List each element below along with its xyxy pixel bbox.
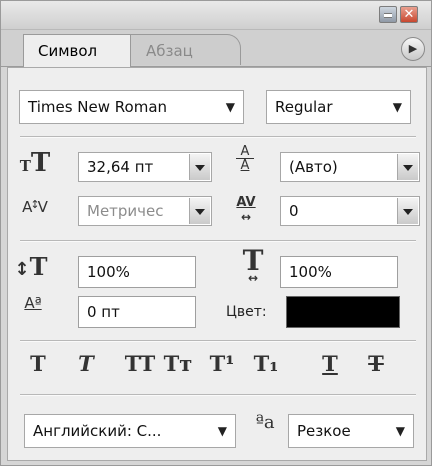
panel-titlebar[interactable]: ✕ [1, 1, 431, 30]
tracking-icon: AV ↔ [232, 195, 260, 225]
vertical-scale-icon: ↕T [14, 252, 48, 281]
underline-button[interactable]: T [312, 351, 348, 376]
leading-value: (Авто) [289, 158, 338, 176]
chevron-down-icon[interactable] [397, 154, 418, 180]
antialias-icon: ªa [248, 412, 282, 433]
close-icon[interactable]: ✕ [400, 6, 418, 23]
language-select[interactable]: Английский: С... ▼ [24, 414, 236, 448]
small-caps-button[interactable]: Tт [160, 351, 196, 376]
chevron-down-icon: ▼ [225, 100, 235, 114]
font-size-icon: TT [19, 148, 51, 178]
divider [20, 340, 416, 342]
subscript-button[interactable]: T₁ [248, 351, 284, 376]
antialias-value: Резкое [297, 422, 351, 440]
underline-glyph: T [322, 351, 338, 376]
horizontal-scale-icon: T ↔ [242, 244, 264, 285]
horizontal-scale-input[interactable]: 100% [280, 256, 398, 288]
baseline-shift-icon: Aª [18, 294, 48, 312]
subscript-glyph: T₁ [253, 351, 279, 376]
tab-strip: Абзац Символ ▶ [1, 30, 431, 67]
divider [20, 136, 416, 138]
small-caps-glyph: Tт [163, 351, 193, 376]
tracking-icon-text: AV [236, 195, 256, 210]
superscript-glyph: T¹ [209, 351, 235, 376]
chevron-down-icon[interactable] [189, 154, 210, 180]
faux-bold-button[interactable]: T [20, 351, 56, 376]
font-style-select[interactable]: Regular ▼ [266, 90, 411, 124]
chevron-down-icon[interactable] [397, 198, 418, 224]
antialias-icon-text: ªa [255, 412, 275, 433]
font-size-value: 32,64 пт [87, 158, 154, 176]
tracking-value: 0 [289, 202, 299, 220]
font-family-value: Times New Roman [28, 98, 168, 116]
kerning-select[interactable]: Метричес [78, 196, 212, 226]
vertical-scale-value: 100% [87, 263, 130, 281]
minimize-icon[interactable] [379, 6, 397, 23]
color-swatch[interactable] [286, 296, 400, 328]
kerning-icon: A↕V [22, 198, 48, 216]
character-panel: ✕ Абзац Символ ▶ Times New Roman ▼ Regul… [0, 0, 432, 466]
divider [20, 394, 416, 396]
tracking-input[interactable]: 0 [280, 196, 420, 226]
panel-content: Times New Roman ▼ Regular ▼ TT 32,64 пт … [7, 67, 427, 461]
kerning-value: Метричес [87, 202, 164, 220]
leading-icon-top: A [240, 144, 250, 159]
baseline-shift-value: 0 пт [87, 303, 120, 321]
horizontal-scale-value: 100% [289, 263, 332, 281]
all-caps-button[interactable]: TT [118, 351, 162, 376]
divider [20, 240, 416, 242]
tab-paragraph[interactable]: Абзац [119, 34, 241, 65]
faux-italic-button[interactable]: T [68, 351, 104, 376]
leading-icon-bottom: A [240, 158, 250, 173]
strikethrough-button[interactable]: T [358, 351, 394, 376]
chevron-down-icon[interactable] [189, 198, 210, 224]
color-label: Цвет: [226, 304, 267, 320]
faux-italic-glyph: T [78, 351, 94, 376]
faux-bold-glyph: T [30, 351, 46, 376]
superscript-button[interactable]: T¹ [204, 351, 240, 376]
leading-icon: A A [234, 144, 256, 173]
font-size-input[interactable]: 32,64 пт [78, 152, 212, 182]
font-family-select[interactable]: Times New Roman ▼ [19, 90, 244, 124]
panel-menu-icon[interactable]: ▶ [401, 37, 425, 61]
baseline-shift-input[interactable]: 0 пт [78, 296, 196, 328]
language-value: Английский: С... [33, 422, 162, 440]
baseline-shift-icon-text: Aª [24, 294, 42, 312]
chevron-down-icon: ▼ [395, 424, 405, 438]
all-caps-glyph: TT [124, 351, 156, 376]
vertical-scale-input[interactable]: 100% [78, 256, 196, 288]
font-style-value: Regular [275, 98, 333, 116]
chevron-down-icon: ▼ [392, 100, 402, 114]
antialias-select[interactable]: Резкое ▼ [288, 414, 414, 448]
strikethrough-glyph: T [368, 351, 384, 376]
chevron-down-icon: ▼ [217, 424, 227, 438]
tab-character[interactable]: Символ [23, 34, 131, 67]
leading-input[interactable]: (Авто) [280, 152, 420, 182]
